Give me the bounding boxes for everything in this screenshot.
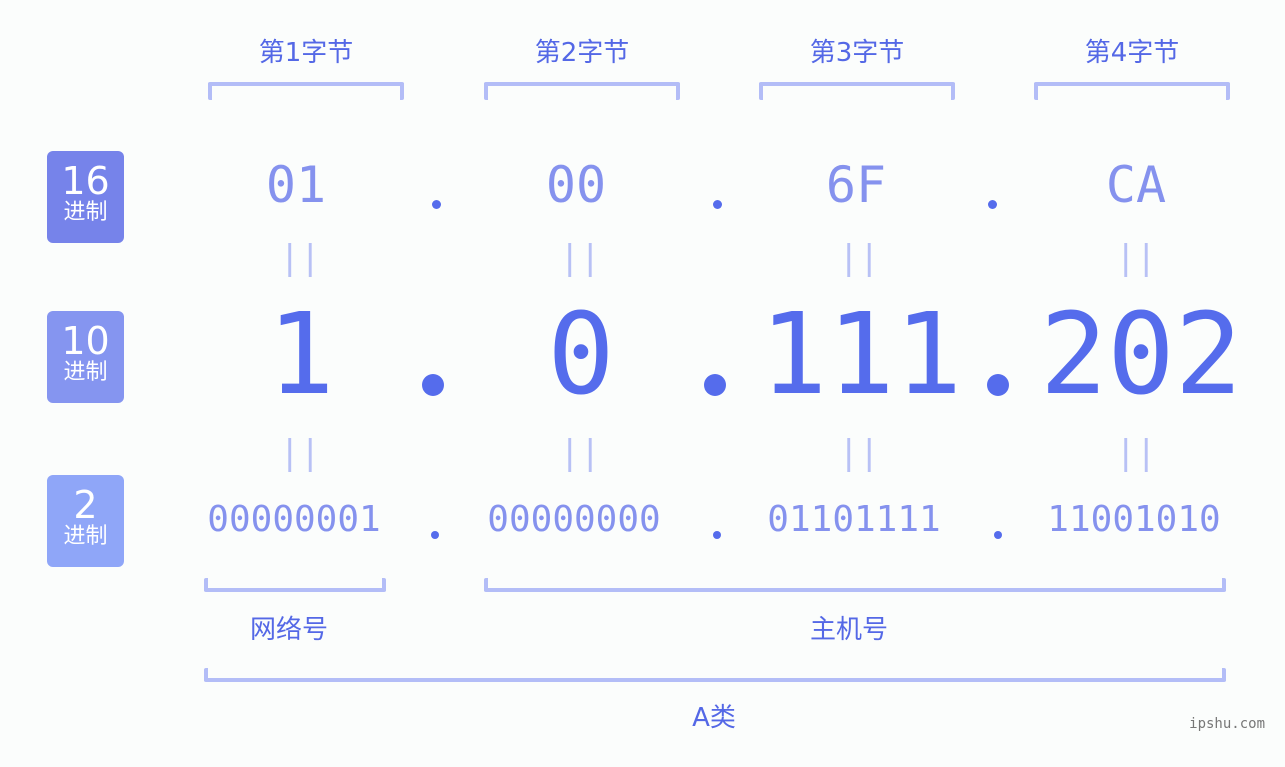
equals-sign: || <box>1115 433 1157 473</box>
equals-sign: || <box>838 238 880 278</box>
class-label: A类 <box>692 703 736 733</box>
network-label: 网络号 <box>249 615 328 645</box>
hex-separator-dot <box>432 200 441 209</box>
byte-bracket-4 <box>1034 82 1230 100</box>
byte-bracket-3 <box>759 82 955 100</box>
dec-value-3: 111 <box>759 290 963 420</box>
equals-sign: || <box>838 433 880 473</box>
equals-sign: || <box>1115 238 1157 278</box>
byte-label-1: 第1字节 <box>258 38 354 68</box>
byte-label-3: 第3字节 <box>809 38 905 68</box>
bin-value-3: 01101111 <box>767 499 941 540</box>
hex-badge-number: 16 <box>61 159 110 203</box>
host-bracket <box>484 578 1226 592</box>
dec-separator-dot <box>704 374 726 396</box>
dec-separator-dot <box>987 374 1009 396</box>
network-bracket <box>204 578 386 592</box>
bin-value-4: 11001010 <box>1047 499 1221 540</box>
equals-sign: || <box>279 238 321 278</box>
hex-separator-dot <box>713 200 722 209</box>
byte-bracket-2 <box>484 82 680 100</box>
class-bracket <box>204 668 1226 682</box>
watermark: ipshu.com <box>1189 716 1265 732</box>
dec-badge-unit: 进制 <box>63 360 108 385</box>
hex-badge-unit: 进制 <box>63 200 108 225</box>
byte-label-4: 第4字节 <box>1084 38 1180 68</box>
hex-value-4: CA <box>1105 156 1167 214</box>
bin-separator-dot <box>431 531 439 539</box>
bin-badge: 2 进制 <box>47 475 124 567</box>
hex-value-2: 00 <box>545 156 607 214</box>
hex-badge: 16 进制 <box>47 151 124 243</box>
dec-value-4: 202 <box>1039 290 1243 420</box>
equals-sign: || <box>279 433 321 473</box>
dec-value-2: 0 <box>547 290 615 420</box>
bin-badge-unit: 进制 <box>63 524 108 549</box>
byte-label-2: 第2字节 <box>534 38 630 68</box>
equals-sign: || <box>559 433 601 473</box>
bin-separator-dot <box>994 531 1002 539</box>
bin-separator-dot <box>713 531 721 539</box>
dec-separator-dot <box>422 374 444 396</box>
dec-badge: 10 进制 <box>47 311 124 403</box>
host-label: 主机号 <box>809 615 888 645</box>
hex-separator-dot <box>988 200 997 209</box>
equals-sign: || <box>559 238 601 278</box>
hex-value-1: 01 <box>265 156 327 214</box>
dec-badge-number: 10 <box>61 319 110 363</box>
bin-value-2: 00000000 <box>487 499 661 540</box>
hex-value-3: 6F <box>825 156 887 214</box>
bin-value-1: 00000001 <box>207 499 381 540</box>
bin-badge-number: 2 <box>73 483 98 527</box>
dec-value-1: 1 <box>267 290 335 420</box>
byte-bracket-1 <box>208 82 404 100</box>
